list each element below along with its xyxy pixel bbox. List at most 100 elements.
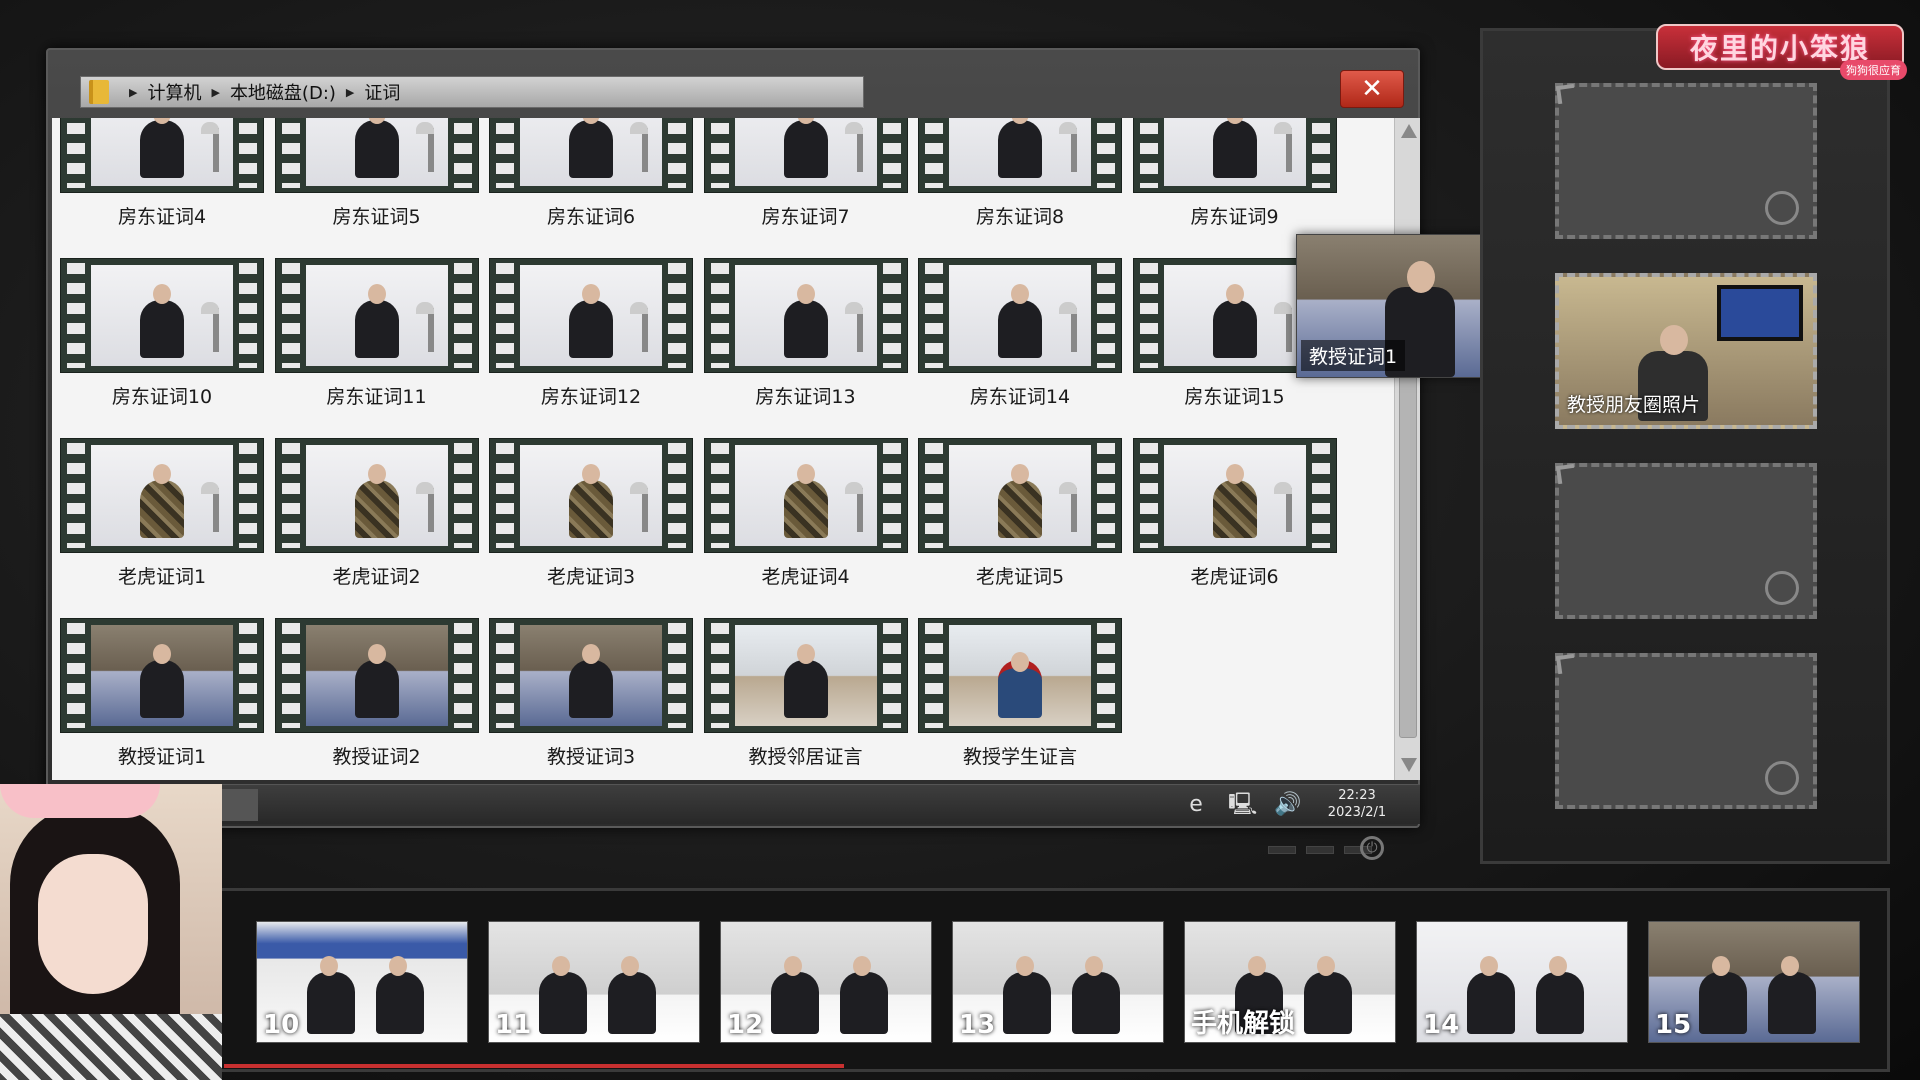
person-figure (783, 284, 828, 358)
clip-thumbnail[interactable]: 10 (256, 921, 468, 1043)
file-label: 房东证词5 (332, 206, 421, 228)
file-tile[interactable]: 老虎证词5 (918, 438, 1122, 598)
evidence-slot-filled[interactable]: 教授朋友圈照片 (1555, 273, 1817, 429)
video-thumbnail[interactable] (60, 118, 264, 193)
video-thumbnail[interactable] (918, 258, 1122, 373)
file-tile[interactable]: 老虎证词1 (60, 438, 264, 598)
lamp-figure (415, 482, 434, 532)
video-thumbnail[interactable] (274, 118, 479, 193)
evidence-slot-empty[interactable] (1555, 653, 1817, 809)
file-label: 房东证词10 (111, 386, 213, 408)
video-thumbnail[interactable] (918, 438, 1122, 553)
video-thumbnail[interactable] (918, 118, 1122, 193)
file-tile[interactable]: 教授邻居证言 (703, 618, 908, 778)
pin-icon (1555, 463, 1577, 485)
file-tile[interactable]: 教授证词2 (274, 618, 479, 778)
magnifier-icon[interactable] (1765, 191, 1799, 225)
video-thumbnail[interactable] (489, 438, 693, 553)
clip-thumbnail[interactable]: 15 (1648, 921, 1860, 1043)
file-label: 房东证词6 (546, 206, 636, 228)
tv-figure (1717, 285, 1803, 341)
file-label: 房东证词12 (540, 386, 642, 408)
file-tile[interactable]: 老虎证词4 (703, 438, 908, 598)
video-thumbnail[interactable] (703, 118, 908, 193)
file-tile[interactable]: 房东证词5 (274, 118, 479, 238)
file-tile[interactable]: 房东证词10 (60, 258, 264, 418)
breadcrumb-testimony[interactable]: 证词 (364, 79, 400, 105)
video-thumbnail[interactable] (703, 438, 908, 553)
person-figure (1698, 956, 1747, 1034)
thumbnail-frame (520, 265, 662, 366)
breadcrumb-computer[interactable]: 计算机 (147, 79, 201, 105)
video-thumbnail[interactable] (703, 618, 908, 733)
file-tile[interactable]: 房东证词7 (703, 118, 908, 238)
lamp-figure (201, 482, 219, 532)
video-thumbnail[interactable] (60, 258, 264, 373)
chevron-right-icon: ▶ (345, 85, 355, 99)
evidence-slot-empty[interactable] (1555, 83, 1817, 239)
taskbar-button[interactable] (222, 789, 258, 821)
power-icon[interactable]: ⏻ (1360, 836, 1384, 860)
magnifier-icon[interactable] (1765, 761, 1799, 795)
file-tile[interactable]: 教授证词3 (489, 618, 693, 778)
video-thumbnail[interactable] (1132, 438, 1337, 553)
clip-thumbnail[interactable]: 13 (952, 921, 1164, 1043)
lamp-figure (1059, 122, 1077, 172)
clip-thumbnail[interactable]: 12 (720, 921, 932, 1043)
video-thumbnail[interactable] (489, 258, 693, 373)
magnifier-icon[interactable] (1765, 571, 1799, 605)
clip-thumbnail[interactable]: 手机解锁 (1184, 921, 1396, 1043)
clip-thumbnail[interactable]: 14 (1416, 921, 1628, 1043)
file-tile[interactable]: 房东证词8 (918, 118, 1122, 238)
file-tile[interactable]: 老虎证词3 (489, 438, 693, 598)
video-thumbnail[interactable] (274, 618, 479, 733)
person-figure (783, 464, 828, 538)
file-tile[interactable]: 教授证词1 (60, 618, 264, 778)
file-tile[interactable]: 教授学生证言 (918, 618, 1122, 778)
film-perforation (925, 263, 943, 368)
network-icon[interactable]: 🖳 (1228, 791, 1257, 819)
video-thumbnail[interactable] (703, 258, 908, 373)
scroll-up-arrow-icon[interactable] (1401, 124, 1417, 138)
person-figure (354, 464, 399, 538)
video-thumbnail[interactable] (274, 438, 479, 553)
clip-number: 13 (959, 1010, 996, 1040)
film-perforation (281, 623, 300, 728)
clip-thumbnail[interactable]: 11 (488, 921, 700, 1043)
video-thumbnail[interactable] (60, 438, 264, 553)
evidence-slot-empty[interactable] (1555, 463, 1817, 619)
scroll-thumb[interactable] (1399, 368, 1417, 738)
video-thumbnail[interactable] (489, 118, 693, 193)
file-tile[interactable]: 房东证词14 (918, 258, 1122, 418)
file-tile[interactable]: 老虎证词6 (1132, 438, 1337, 598)
thumbnail-frame (91, 265, 233, 366)
video-thumbnail[interactable] (60, 618, 264, 733)
clock[interactable]: 22:23 2023/2/1 (1322, 787, 1392, 821)
address-bar[interactable]: ▶ 计算机 ▶ 本地磁盘(D:) ▶ 证词 (80, 76, 864, 108)
file-tile[interactable]: 老虎证词2 (274, 438, 479, 598)
file-tile[interactable]: 房东证词12 (489, 258, 693, 418)
volume-icon[interactable]: 🔊 (1274, 791, 1302, 819)
breadcrumb-local-disk[interactable]: 本地磁盘(D:) (230, 79, 336, 105)
file-tile[interactable]: 房东证词6 (489, 118, 693, 238)
video-thumbnail[interactable] (1132, 118, 1337, 193)
person-figure (783, 644, 828, 718)
file-tile[interactable]: 房东证词9 (1132, 118, 1337, 238)
film-perforation (239, 623, 257, 728)
scroll-down-arrow-icon[interactable] (1401, 758, 1417, 772)
ie-icon[interactable]: e (1182, 791, 1210, 819)
film-perforation (496, 623, 514, 728)
video-thumbnail[interactable] (274, 258, 479, 373)
file-tile[interactable]: 房东证词11 (274, 258, 479, 418)
video-thumbnail[interactable] (918, 618, 1122, 733)
thumbnail-frame (1163, 445, 1306, 546)
close-button[interactable]: ✕ (1340, 70, 1404, 108)
file-tile[interactable]: 房东证词13 (703, 258, 908, 418)
person-figure (569, 644, 613, 718)
clip-number: 10 (263, 1010, 300, 1040)
person-figure (1002, 956, 1051, 1034)
person-figure (140, 464, 184, 538)
vertical-scrollbar[interactable] (1394, 118, 1420, 780)
video-thumbnail[interactable] (489, 618, 693, 733)
file-tile[interactable]: 房东证词4 (60, 118, 264, 238)
